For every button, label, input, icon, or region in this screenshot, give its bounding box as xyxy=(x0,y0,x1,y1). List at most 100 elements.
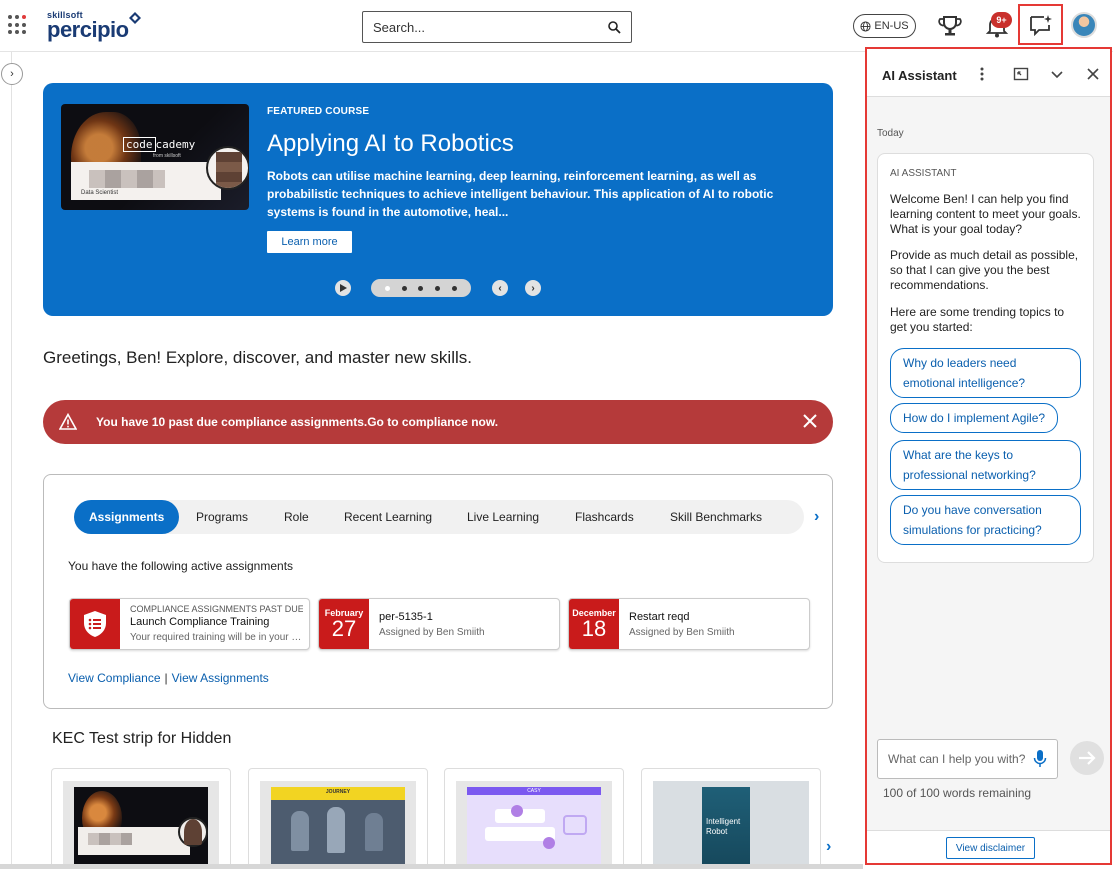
view-assignments-link[interactable]: View Assignments xyxy=(172,671,269,685)
close-icon[interactable] xyxy=(801,412,819,430)
carousel-dot[interactable] xyxy=(435,285,441,291)
carousel-dot[interactable] xyxy=(384,285,390,291)
tab-live-learning[interactable]: Live Learning xyxy=(467,500,539,534)
carousel-dot[interactable] xyxy=(452,285,458,291)
chevron-right-icon: › xyxy=(10,68,14,80)
thumb-brand-a: code xyxy=(123,137,156,152)
compliance-alert[interactable]: You have 10 past due compliance assignme… xyxy=(43,400,833,444)
play-icon xyxy=(340,284,347,292)
card-supertitle: COMPLIANCE ASSIGNMENTS PAST DUE xyxy=(130,604,303,614)
view-disclaimer-button[interactable]: View disclaimer xyxy=(946,837,1035,859)
top-bar: skillsoft percipio Search... EN-US 9+ xyxy=(0,0,1113,52)
compliance-badge xyxy=(70,599,120,649)
percipio-logo[interactable]: skillsoft percipio xyxy=(47,10,141,43)
instructor-photo xyxy=(206,146,249,190)
due-day: 18 xyxy=(581,616,607,641)
chevron-left-icon: ‹ xyxy=(498,282,502,294)
suggestion-chip[interactable]: How do I implement Agile? xyxy=(890,403,1059,433)
chevron-right-icon: › xyxy=(531,282,535,294)
card-thumbnail: CASY xyxy=(467,787,601,867)
content-card[interactable]: CASY xyxy=(444,768,624,869)
assignments-panel: Assignments Programs Role Recent Learnin… xyxy=(43,474,833,709)
user-avatar[interactable] xyxy=(1071,12,1097,38)
tab-role[interactable]: Role xyxy=(284,500,309,534)
hero-description: Robots can utilise machine learning, dee… xyxy=(267,169,774,219)
pop-out-icon[interactable] xyxy=(1013,66,1029,82)
card-thumbnail xyxy=(74,787,208,867)
assignment-card[interactable]: February 27 per-5135-1 Assigned by Ben S… xyxy=(318,598,560,650)
card-thumbnail: Intelligent Robot xyxy=(702,787,750,867)
assignment-card-compliance[interactable]: COMPLIANCE ASSIGNMENTS PAST DUE Launch C… xyxy=(69,598,310,650)
card-title: Launch Compliance Training xyxy=(130,616,270,628)
due-day: 27 xyxy=(331,616,357,641)
greeting-text: Greetings, Ben! Explore, discover, and m… xyxy=(43,348,472,367)
tab-assignments[interactable]: Assignments xyxy=(74,500,180,534)
course-thumbnail[interactable]: code cademy from skillsoft Data Scientist xyxy=(61,104,249,210)
alert-text[interactable]: You have 10 past due compliance assignme… xyxy=(96,415,498,429)
card-title: Restart reqd xyxy=(629,611,690,623)
logo-diamond-icon xyxy=(129,12,141,24)
assignments-intro: You have the following active assignment… xyxy=(68,559,294,573)
app-grid-icon[interactable] xyxy=(8,15,28,35)
ai-assistant-button[interactable] xyxy=(1018,4,1063,45)
tab-flashcards[interactable]: Flashcards xyxy=(575,500,634,534)
carousel-play-button[interactable] xyxy=(335,280,351,296)
assignments-tabs: Assignments Programs Role Recent Learnin… xyxy=(74,500,804,534)
thumb-role: Data Scientist xyxy=(81,190,119,196)
card-label: JOURNEY xyxy=(325,789,351,795)
thumb-brand-b: cademy xyxy=(155,138,196,151)
view-compliance-link[interactable]: View Compliance xyxy=(68,671,161,685)
taskbar-edge xyxy=(0,864,863,869)
search-input[interactable]: Search... xyxy=(362,11,632,43)
strip-title: KEC Test strip for Hidden xyxy=(52,730,232,747)
trophy-icon[interactable] xyxy=(937,13,963,39)
carousel-prev-button[interactable]: ‹ xyxy=(492,280,508,296)
ai-assistant-title: AI Assistant xyxy=(882,68,957,83)
card-thumbnail: JOURNEY xyxy=(271,787,405,867)
language-selector[interactable]: EN-US xyxy=(853,14,916,38)
suggestion-chip[interactable]: Why do leaders need emotional intelligen… xyxy=(890,348,1081,398)
content-card[interactable] xyxy=(51,768,231,869)
suggestion-chip[interactable]: What are the keys to professional networ… xyxy=(890,440,1081,490)
more-vertical-icon[interactable] xyxy=(974,66,990,82)
microphone-icon[interactable] xyxy=(1033,749,1047,769)
book-title-line1: Intelligent xyxy=(706,817,741,826)
hero-label: FEATURED COURSE xyxy=(267,106,370,117)
shield-list-icon xyxy=(84,611,106,637)
globe-icon xyxy=(860,20,871,32)
search-icon[interactable] xyxy=(608,20,621,34)
carousel-next-button[interactable]: › xyxy=(525,280,541,296)
tab-skill-benchmarks[interactable]: Skill Benchmarks xyxy=(670,500,762,534)
warning-icon xyxy=(59,413,77,430)
expand-sidebar-button[interactable]: › xyxy=(1,63,23,85)
close-icon[interactable] xyxy=(1085,66,1101,82)
hero-title[interactable]: Applying AI to Robotics xyxy=(267,130,514,158)
message-paragraph: Here are some trending topics to get you… xyxy=(890,305,1065,334)
chat-input[interactable]: What can I help you with? xyxy=(877,739,1058,779)
thumb-from: from skillsoft xyxy=(153,153,181,159)
learn-more-button[interactable]: Learn more xyxy=(267,231,352,253)
message-sender: AI ASSISTANT xyxy=(890,168,957,179)
tab-programs[interactable]: Programs xyxy=(196,500,248,534)
chat-input-placeholder: What can I help you with? xyxy=(888,752,1026,766)
carousel-dot[interactable] xyxy=(418,285,424,291)
assignment-links: View Compliance | View Assignments xyxy=(68,671,269,685)
send-button[interactable] xyxy=(1070,741,1104,775)
language-label: EN-US xyxy=(874,20,909,32)
suggestion-chip[interactable]: Do you have conversation simulations for… xyxy=(890,495,1081,545)
due-date-badge: February 27 xyxy=(319,599,369,649)
ai-assistant-panel: AI Assistant Today AI ASSISTANT Welcome … xyxy=(865,47,1112,865)
word-counter: 100 of 100 words remaining xyxy=(883,786,1032,800)
tab-recent-learning[interactable]: Recent Learning xyxy=(344,500,432,534)
carousel-dot[interactable] xyxy=(401,285,407,291)
content-card[interactable]: Intelligent Robot xyxy=(641,768,821,869)
content-card[interactable]: JOURNEY xyxy=(248,768,428,869)
strip-scroll-right-button[interactable]: › xyxy=(826,838,840,856)
ai-assistant-footer: View disclaimer xyxy=(867,830,1110,863)
assistant-message: AI ASSISTANT Welcome Ben! I can help you… xyxy=(877,153,1094,563)
assignment-card[interactable]: December 18 Restart reqd Assigned by Ben… xyxy=(568,598,810,650)
featured-course-banner: code cademy from skillsoft Data Scientist… xyxy=(43,83,833,316)
chevron-down-icon[interactable] xyxy=(1049,66,1065,82)
tabs-scroll-right-button[interactable]: › xyxy=(814,508,828,526)
carousel-dots[interactable] xyxy=(371,279,471,297)
